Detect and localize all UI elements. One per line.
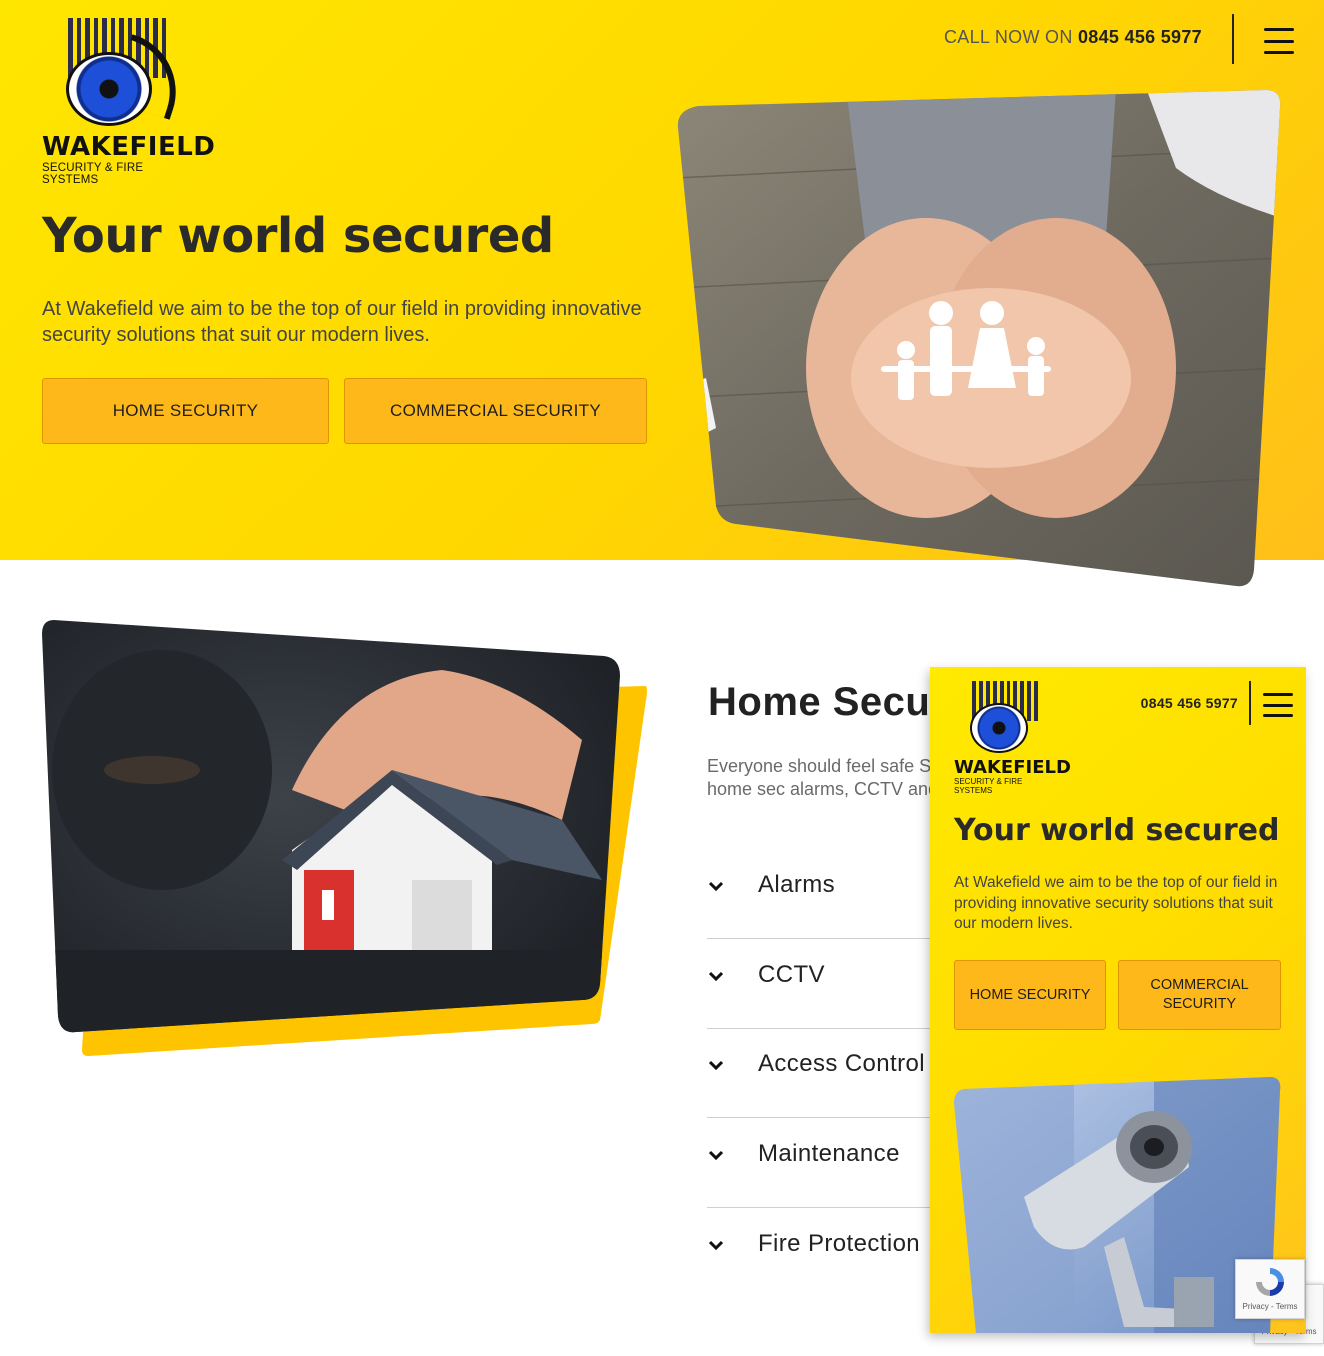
hero-title: Your world secured xyxy=(42,208,554,264)
mobile-logo[interactable]: WAKEFIELD SECURITY & FIRE SYSTEMS xyxy=(952,681,1071,795)
chevron-down-icon xyxy=(709,881,723,892)
mobile-phone-number[interactable]: 0845 456 5977 xyxy=(1141,695,1238,711)
mobile-home-security-button[interactable]: HOME SECURITY xyxy=(954,960,1106,1030)
chevron-down-icon xyxy=(709,971,723,982)
mobile-header-divider xyxy=(1249,681,1251,725)
accordion-label: Fire Protection xyxy=(758,1230,921,1257)
accordion-label: Access Control xyxy=(758,1050,925,1077)
mobile-cctv-camera-image xyxy=(954,1077,1282,1333)
accordion-label: Alarms xyxy=(758,871,836,898)
call-now[interactable]: CALL NOW ON 0845 456 5977 xyxy=(944,27,1202,48)
accordion-label: Maintenance xyxy=(758,1140,900,1167)
hamburger-menu-icon[interactable] xyxy=(1264,28,1294,54)
hero-family-hands-image xyxy=(676,88,1282,590)
wakefield-logo[interactable]: WAKEFIELD SECURITY & FIRE SYSTEMS xyxy=(40,18,215,186)
mobile-hero-title: Your world secured xyxy=(954,813,1280,848)
home-security-button[interactable]: HOME SECURITY xyxy=(42,378,329,444)
mobile-hero-description: At Wakefield we aim to be the top of our… xyxy=(954,874,1278,932)
call-prefix: CALL NOW ON xyxy=(944,27,1073,47)
hamburger-menu-icon[interactable] xyxy=(1263,693,1293,717)
recaptcha-links[interactable]: Privacy - Terms xyxy=(1243,1302,1298,1311)
chevron-down-icon xyxy=(709,1150,723,1161)
recaptcha-icon xyxy=(1256,1268,1284,1296)
hero-description: At Wakefield we aim to be the top of our… xyxy=(42,298,642,346)
chevron-down-icon xyxy=(709,1240,723,1251)
burglar-house-image xyxy=(42,620,648,1060)
eye-logo-icon xyxy=(66,52,152,126)
logo-brand-name: WAKEFIELD xyxy=(42,132,216,162)
commercial-security-button[interactable]: COMMERCIAL SECURITY xyxy=(344,378,647,444)
mobile-brand-tagline: SECURITY & FIRE SYSTEMS xyxy=(954,777,1023,795)
mobile-preview: WAKEFIELD SECURITY & FIRE SYSTEMS 0845 4… xyxy=(930,667,1306,1333)
home-security-title: Home Secu xyxy=(708,680,931,724)
header-divider xyxy=(1232,14,1234,64)
logo-tagline: SECURITY & FIRE SYSTEMS xyxy=(42,162,144,186)
recaptcha-badge[interactable]: Privacy - Terms xyxy=(1235,1259,1305,1319)
chevron-down-icon xyxy=(709,1060,723,1071)
mobile-commercial-security-button[interactable]: COMMERCIAL SECURITY xyxy=(1118,960,1281,1030)
mobile-brand-name: WAKEFIELD xyxy=(954,757,1071,778)
eye-logo-icon xyxy=(970,703,1028,753)
phone-number[interactable]: 0845 456 5977 xyxy=(1078,27,1202,47)
accordion-label: CCTV xyxy=(758,961,825,988)
